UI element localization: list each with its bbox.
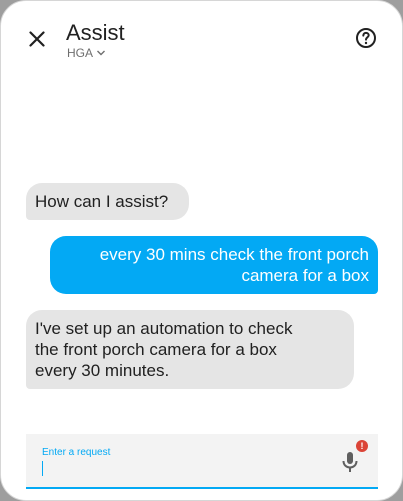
chevron-down-icon [97, 50, 106, 56]
mic-alert-badge: ! [356, 440, 368, 452]
microphone-button[interactable] [340, 451, 360, 473]
message-line: every 30 mins check the front porch [99, 245, 369, 264]
assistant-message: I've set up an automation to check the f… [26, 310, 354, 389]
dialog-header: Assist HGA [1, 1, 402, 71]
message-line: the front porch camera for a box [35, 340, 277, 359]
request-input-label: Enter a request [42, 447, 111, 458]
assist-dialog: Assist HGA How can I assist? every 30 mi… [0, 0, 403, 501]
message-line: camera for a box [241, 266, 369, 285]
pipeline-name: HGA [67, 46, 94, 60]
assistant-message: How can I assist? [26, 183, 189, 220]
close-icon [29, 31, 45, 47]
close-button[interactable] [25, 27, 49, 51]
request-input[interactable]: Enter a request ! [26, 434, 378, 489]
help-circle-icon [356, 28, 376, 48]
message-line: I've set up an automation to check [35, 319, 293, 338]
user-message: every 30 mins check the front porch came… [50, 236, 378, 294]
message-text: How can I assist? [35, 192, 169, 211]
help-button[interactable] [354, 26, 378, 50]
dialog-title: Assist [66, 20, 125, 45]
message-line: every 30 minutes. [35, 361, 170, 380]
text-caret [42, 461, 43, 476]
pipeline-selector[interactable]: HGA [67, 46, 106, 60]
microphone-icon [342, 452, 358, 472]
